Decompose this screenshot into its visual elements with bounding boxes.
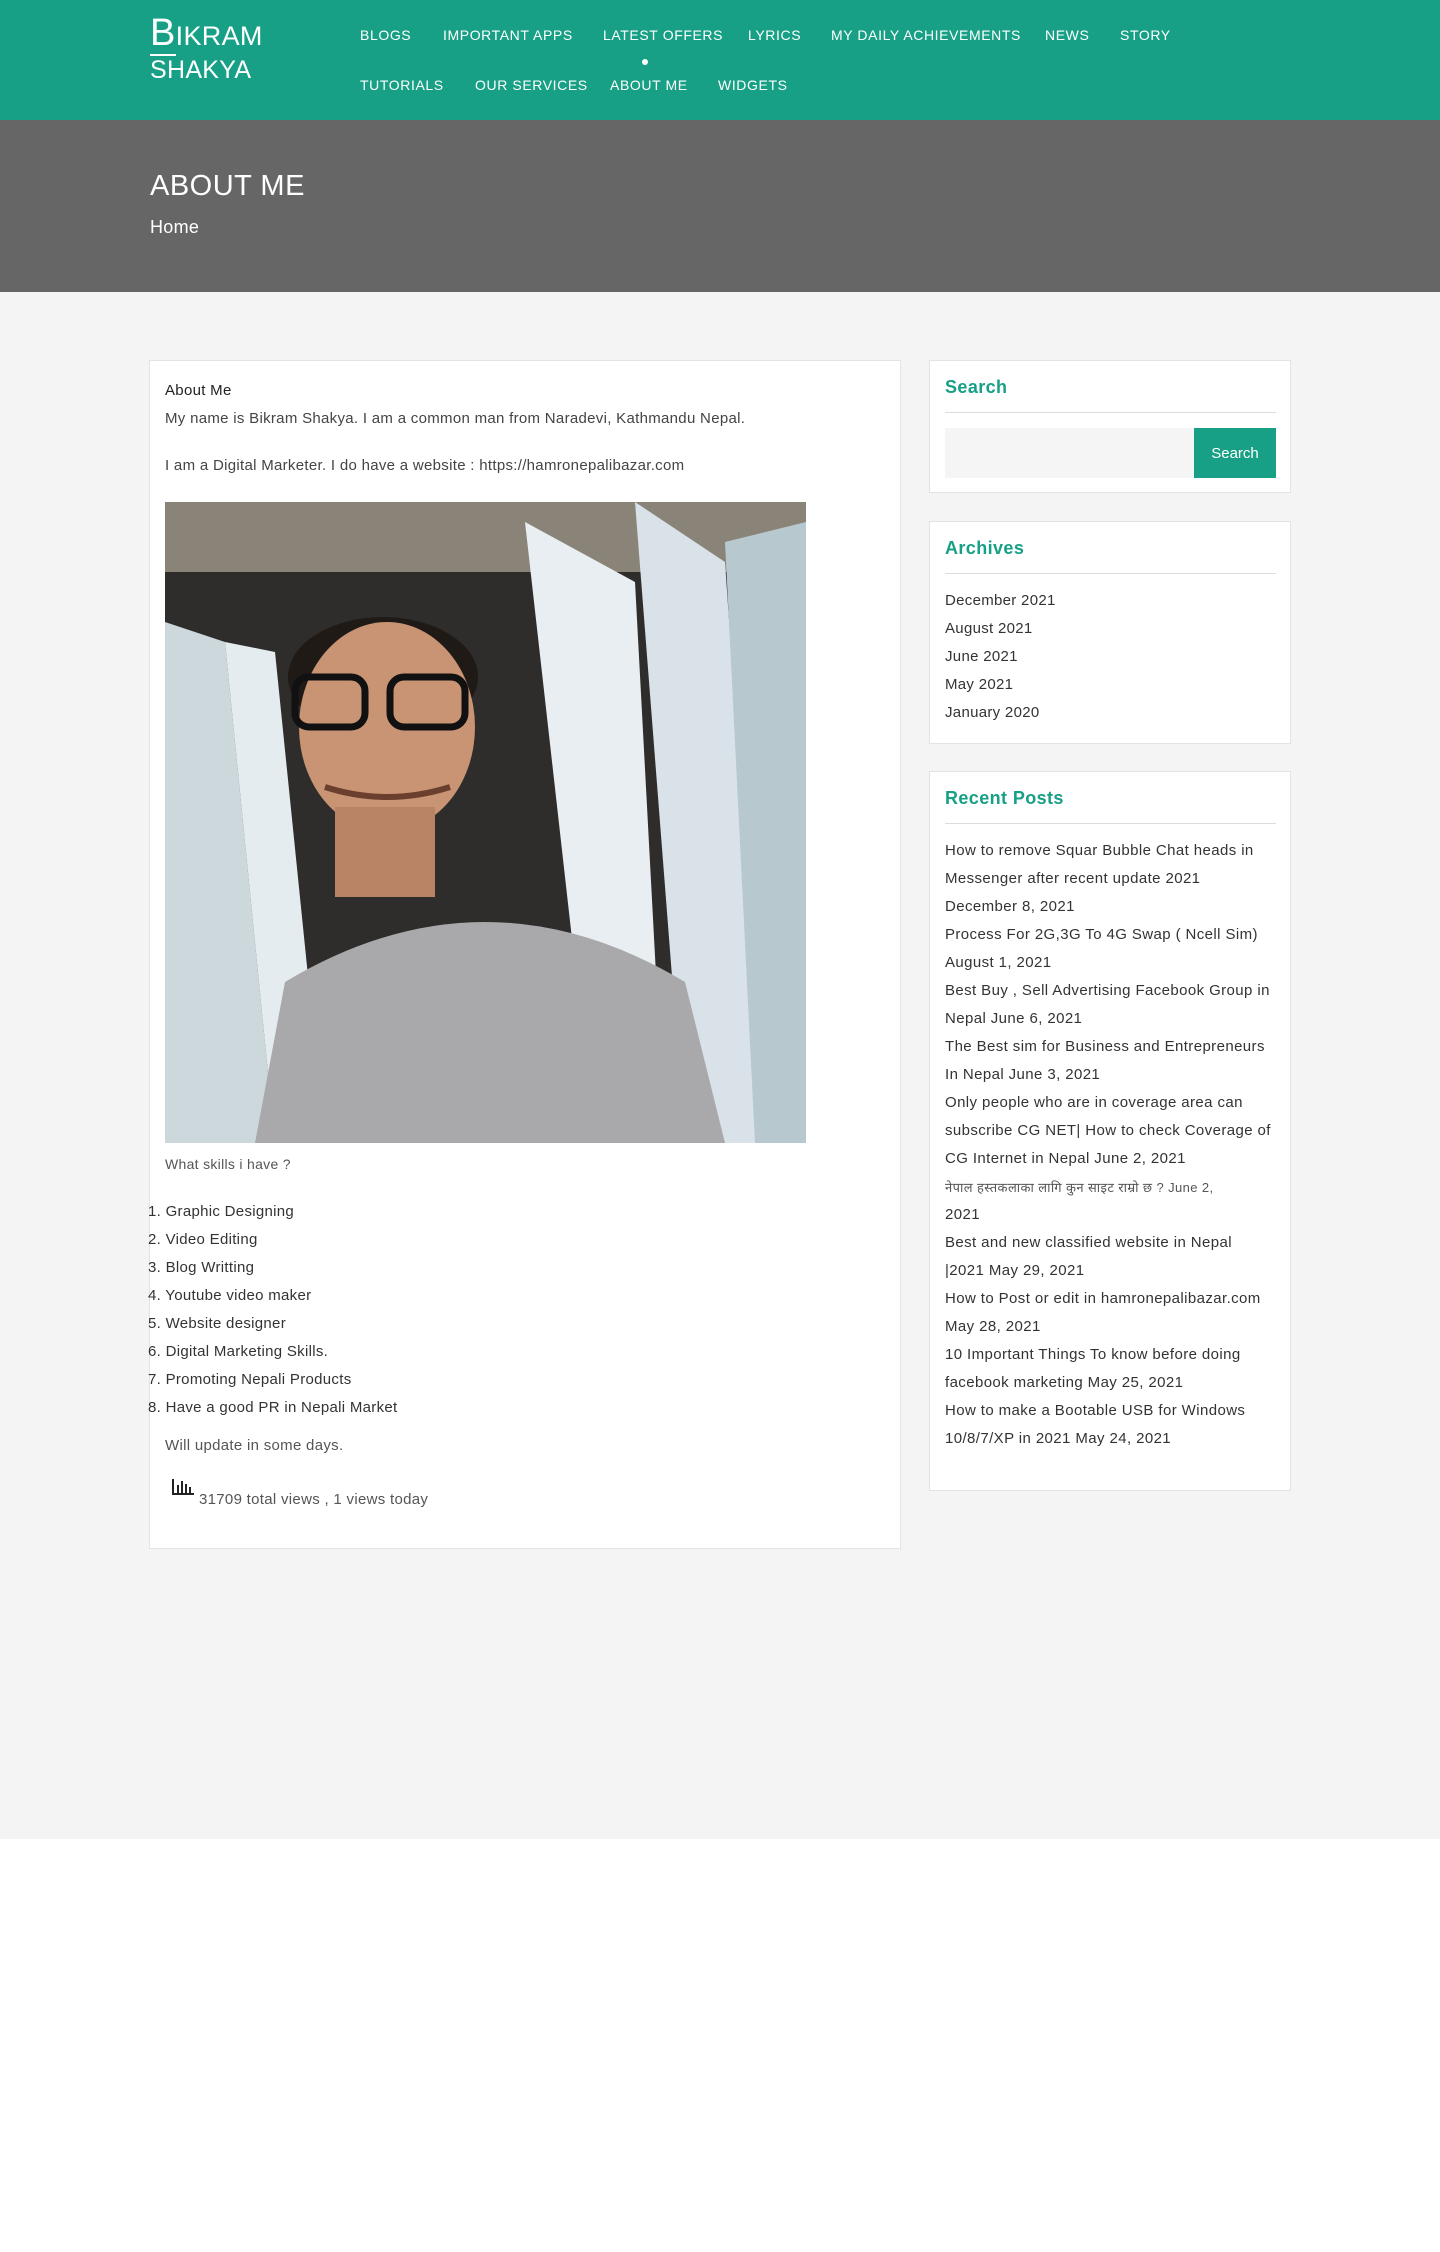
- skill-item: 6. Digital Marketing Skills.: [148, 1343, 329, 1360]
- nav-about-me[interactable]: About Me: [610, 77, 688, 93]
- divider: [945, 823, 1276, 824]
- divider: [945, 573, 1276, 574]
- profile-photo-illustration: [165, 502, 806, 1143]
- archive-link[interactable]: January 2020: [945, 704, 1040, 721]
- recent-post-date: May 28, 2021: [945, 1318, 1041, 1335]
- article-heading: About Me: [165, 382, 232, 399]
- logo-line2: Shakya: [150, 54, 252, 84]
- about-me-article: About Me My name is Bikram Shakya. I am …: [148, 360, 901, 1549]
- logo-line1: Bikram: [150, 12, 263, 54]
- recent-posts-title: Recent Posts: [945, 788, 1064, 808]
- nav-story[interactable]: Story: [1120, 27, 1171, 43]
- nav-tutorials[interactable]: Tutorials: [360, 77, 444, 93]
- recent-post-link[interactable]: Best Buy , Sell Advertising Facebook Gro…: [945, 982, 1270, 999]
- recent-post-link[interactable]: नेपाल हस्तकलाका लागि कुन साइट राम्रो छ ?…: [945, 1178, 1214, 1196]
- recent-post-link[interactable]: In Nepal June 3, 2021: [945, 1066, 1100, 1083]
- views-counter: 31709 total views , 1 views today: [199, 1491, 429, 1508]
- profile-photo: [165, 502, 806, 1143]
- site-header: Bikram Shakya Blogs Important Apps Lates…: [0, 0, 1440, 120]
- archives-widget: Archives December 2021 August 2021 June …: [929, 521, 1291, 744]
- search-input[interactable]: [945, 428, 1195, 478]
- skill-item: 2. Video Editing: [148, 1231, 258, 1248]
- recent-post-link[interactable]: |2021 May 29, 2021: [945, 1262, 1085, 1279]
- recent-post-date: August 1, 2021: [945, 954, 1052, 971]
- nav-news[interactable]: News: [1045, 27, 1089, 43]
- skill-item: 7. Promoting Nepali Products: [148, 1371, 352, 1388]
- archive-link[interactable]: August 2021: [945, 620, 1033, 637]
- page-banner: ABOUT ME Home: [0, 120, 1440, 292]
- recent-post-link[interactable]: subscribe CG NET| How to check Coverage …: [945, 1122, 1271, 1139]
- bar-chart-icon: [172, 1479, 194, 1495]
- recent-post-link[interactable]: How to remove Squar Bubble Chat heads in: [945, 842, 1254, 859]
- recent-post-link[interactable]: CG Internet in Nepal June 2, 2021: [945, 1150, 1186, 1167]
- nav-latest-offers[interactable]: Latest Offers: [603, 27, 723, 43]
- website-text: I am a Digital Marketer. I do have a web…: [165, 457, 685, 474]
- recent-post-link[interactable]: How to Post or edit in hamronepalibazar.…: [945, 1290, 1261, 1307]
- intro-text: My name is Bikram Shakya. I am a common …: [165, 410, 746, 427]
- recent-post-link[interactable]: 10 Important Things To know before doing: [945, 1346, 1241, 1363]
- search-button[interactable]: Search: [1194, 428, 1276, 478]
- skill-item: 4. Youtube video maker: [148, 1287, 312, 1304]
- nav-widgets[interactable]: Widgets: [718, 77, 788, 93]
- recent-post-link[interactable]: The Best sim for Business and Entreprene…: [945, 1038, 1265, 1055]
- nav-blogs[interactable]: Blogs: [360, 27, 411, 43]
- recent-posts-widget: Recent Posts How to remove Squar Bubble …: [929, 771, 1291, 1491]
- recent-post-date: 2021: [945, 1206, 980, 1223]
- recent-post-link[interactable]: facebook marketing May 25, 2021: [945, 1374, 1183, 1391]
- search-widget: Search Search: [929, 360, 1291, 493]
- archive-link[interactable]: December 2021: [945, 592, 1056, 609]
- recent-post-link[interactable]: Only people who are in coverage area can: [945, 1094, 1243, 1111]
- nav-our-services[interactable]: Our Services: [475, 77, 588, 93]
- recent-post-link[interactable]: Process For 2G,3G To 4G Swap ( Ncell Sim…: [945, 926, 1258, 943]
- site-logo[interactable]: Bikram Shakya: [150, 14, 263, 83]
- skills-question: What skills i have ?: [165, 1156, 291, 1172]
- recent-post-link[interactable]: Messenger after recent update 2021: [945, 870, 1200, 887]
- archive-link[interactable]: June 2021: [945, 648, 1018, 665]
- archive-link[interactable]: May 2021: [945, 676, 1013, 693]
- divider: [945, 412, 1276, 413]
- nav-important-apps[interactable]: Important Apps: [443, 27, 573, 43]
- recent-post-link[interactable]: 10/8/7/XP in 2021 May 24, 2021: [945, 1430, 1171, 1447]
- nav-lyrics[interactable]: Lyrics: [748, 27, 801, 43]
- breadcrumb-home[interactable]: Home: [150, 217, 199, 238]
- recent-post-link[interactable]: Best and new classified website in Nepal: [945, 1234, 1232, 1251]
- active-nav-indicator: [642, 59, 648, 65]
- recent-post-date: December 8, 2021: [945, 898, 1075, 915]
- recent-post-link[interactable]: Nepal June 6, 2021: [945, 1010, 1082, 1027]
- nav-my-daily-achievements[interactable]: My Daily Achievements: [831, 27, 1021, 43]
- update-note: Will update in some days.: [165, 1437, 344, 1454]
- recent-post-link[interactable]: How to make a Bootable USB for Windows: [945, 1402, 1245, 1419]
- archives-widget-title: Archives: [945, 538, 1025, 558]
- page-title: ABOUT ME: [150, 170, 305, 202]
- search-widget-title: Search: [945, 377, 1008, 397]
- skill-item: 1. Graphic Designing: [148, 1203, 295, 1220]
- skill-item: 5. Website designer: [148, 1315, 286, 1332]
- skill-item: 3. Blog Writting: [148, 1259, 255, 1276]
- skill-item: 8. Have a good PR in Nepali Market: [148, 1399, 398, 1416]
